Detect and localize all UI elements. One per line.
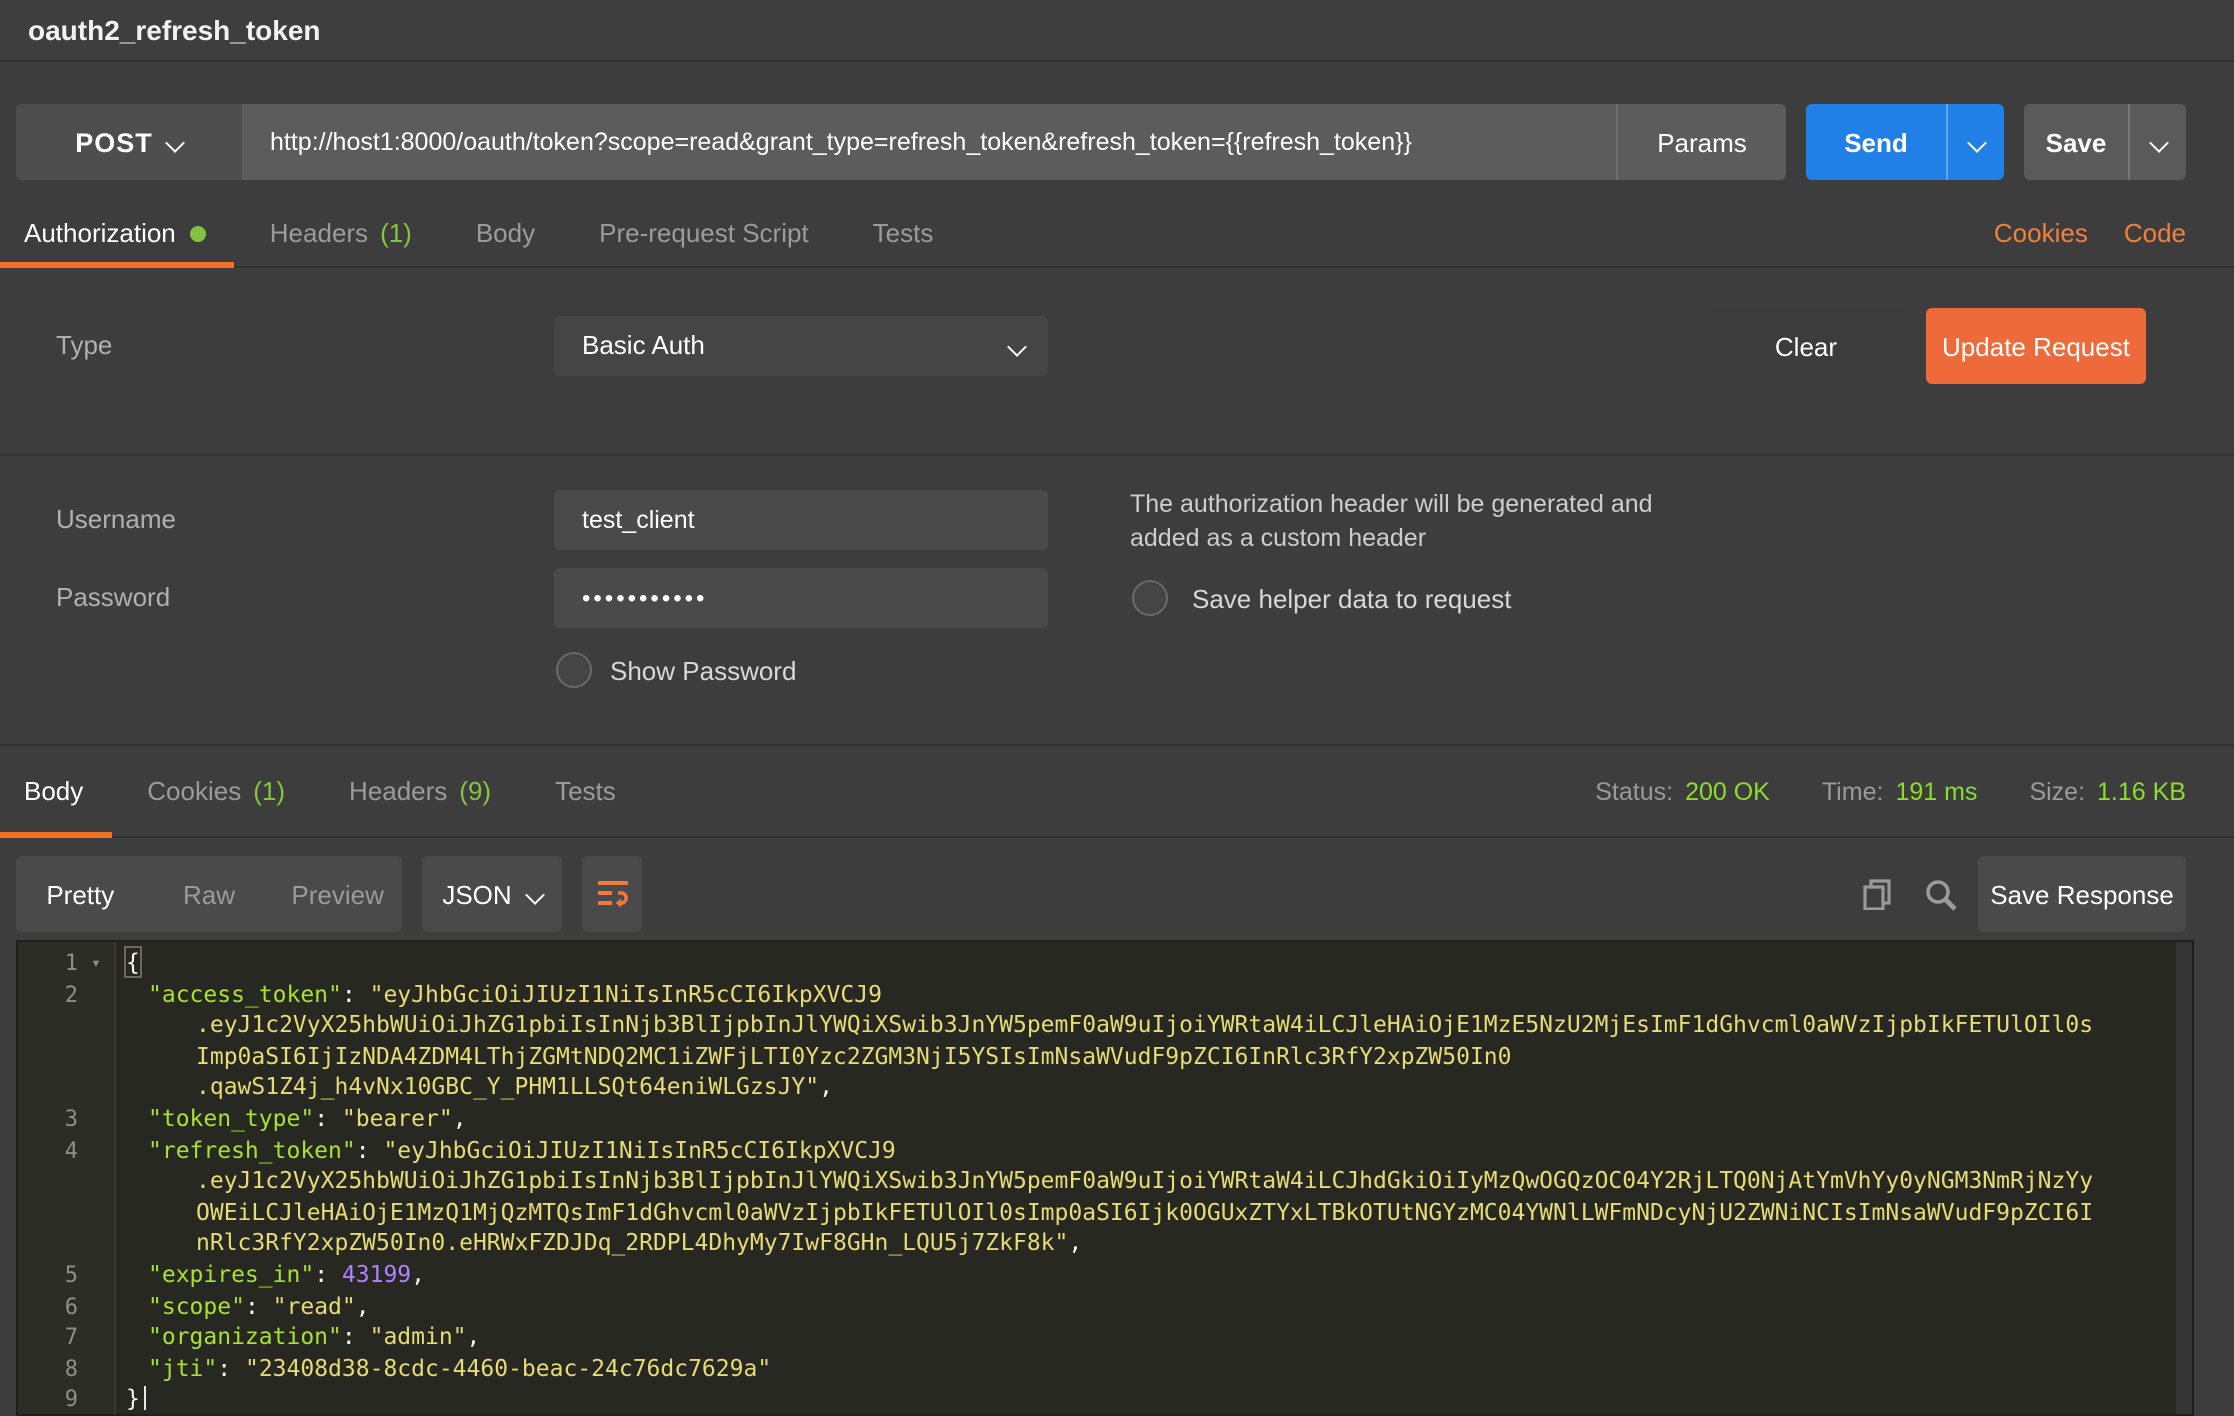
request-tab-links: Cookies Code bbox=[1994, 200, 2186, 266]
copy-icon bbox=[1861, 878, 1891, 910]
auth-helper-note-line2: added as a custom header bbox=[1130, 522, 1653, 556]
section-divider bbox=[0, 454, 2234, 456]
fold-toggle-icon[interactable]: ▾ bbox=[78, 948, 114, 979]
url-value: http://host1:8000/oauth/token?scope=read… bbox=[270, 128, 1412, 156]
code-row: .qawS1Z4j_h4vNx10GBC_Y_PHM1LLSQt64eniWLG… bbox=[18, 1073, 2176, 1104]
code-lines: 1▾{2"access_token": "eyJhbGciOiJIUzI1NiI… bbox=[18, 948, 2176, 1416]
request-bar: POST http://host1:8000/oauth/token?scope… bbox=[16, 104, 2186, 180]
code-row: 7"organization": "admin", bbox=[18, 1322, 2176, 1353]
code-row: 6"scope": "read", bbox=[18, 1291, 2176, 1322]
show-password-radio[interactable] bbox=[556, 652, 592, 688]
chevron-down-icon bbox=[525, 884, 545, 904]
username-input[interactable]: test_client bbox=[554, 490, 1048, 550]
tab-pre-request-script[interactable]: Pre-request Script bbox=[599, 218, 809, 248]
code-row: 9} bbox=[18, 1385, 2176, 1416]
method-dropdown[interactable]: POST bbox=[16, 104, 242, 180]
code-row: OWEiLCJleHAiOjE1MzQ1MjQzMTQsImF1dGhvcml0… bbox=[18, 1198, 2176, 1229]
format-value: JSON bbox=[442, 879, 511, 909]
save-button-group: Save bbox=[2024, 104, 2186, 180]
app-window: oauth2_refresh_token POST http://host1:8… bbox=[0, 0, 2234, 1416]
code-row: .eyJ1c2VyX25hbWUiOiJhZG1pbiIsInNjb3BlIjp… bbox=[18, 1166, 2176, 1197]
chevron-down-icon bbox=[1007, 337, 1027, 357]
response-tabs-list: Body Cookies(1) Headers(9) Tests bbox=[24, 746, 616, 836]
url-group: POST http://host1:8000/oauth/token?scope… bbox=[16, 104, 1786, 180]
password-value: ••••••••••• bbox=[582, 584, 707, 612]
code-row: 4"refresh_token": "eyJhbGciOiJIUzI1NiIsI… bbox=[18, 1135, 2176, 1166]
view-mode-pretty[interactable]: Pretty bbox=[16, 879, 145, 909]
url-input[interactable]: http://host1:8000/oauth/token?scope=read… bbox=[242, 104, 1616, 180]
wrap-text-icon bbox=[595, 878, 629, 910]
code-row: 2"access_token": "eyJhbGciOiJIUzI1NiIsIn… bbox=[18, 979, 2176, 1010]
username-value: test_client bbox=[582, 506, 695, 534]
update-request-button[interactable]: Update Request bbox=[1926, 308, 2146, 384]
show-password-label: Show Password bbox=[610, 656, 796, 686]
response-header: Body Cookies(1) Headers(9) Tests Status:200… bbox=[0, 744, 2234, 838]
meta-time-: Time:191 ms bbox=[1822, 777, 1978, 805]
tab-tests[interactable]: Tests bbox=[873, 218, 934, 248]
auth-type-value: Basic Auth bbox=[582, 330, 705, 360]
chevron-down-icon bbox=[2148, 132, 2168, 152]
copy-response-button[interactable] bbox=[1850, 856, 1902, 932]
code-row: 5"expires_in": 43199, bbox=[18, 1260, 2176, 1291]
tab-cookies[interactable]: Cookies(1) bbox=[147, 776, 285, 806]
code-row: 1▾{ bbox=[18, 948, 2176, 979]
format-dropdown[interactable]: JSON bbox=[422, 856, 562, 932]
view-mode-raw[interactable]: Raw bbox=[145, 879, 274, 909]
search-icon bbox=[1923, 877, 1957, 911]
password-label: Password bbox=[56, 582, 170, 612]
code-row: 8"jti": "23408d38-8cdc-4460-beac-24c76dc… bbox=[18, 1353, 2176, 1384]
send-options-button[interactable] bbox=[1946, 104, 2004, 180]
response-body-editor: 1▾{2"access_token": "eyJhbGciOiJIUzI1NiI… bbox=[16, 940, 2194, 1416]
active-response-tab-indicator bbox=[0, 832, 112, 838]
save-button[interactable]: Save bbox=[2024, 104, 2128, 180]
response-toolbar: PrettyRawPreview JSON bbox=[16, 856, 2186, 932]
tab-headers[interactable]: Headers(9) bbox=[349, 776, 491, 806]
auth-type-dropdown[interactable]: Basic Auth bbox=[554, 316, 1048, 376]
search-response-button[interactable] bbox=[1914, 856, 1966, 932]
method-label: POST bbox=[75, 127, 153, 157]
tab-headers[interactable]: Headers(1) bbox=[270, 218, 412, 248]
params-button[interactable]: Params bbox=[1616, 104, 1786, 180]
code-row: 3"token_type": "bearer", bbox=[18, 1104, 2176, 1135]
response-meta: Status:200 OK Time:191 ms Size:1.16 KB bbox=[1595, 746, 2186, 836]
save-response-button[interactable]: Save Response bbox=[1978, 856, 2186, 932]
title-bar: oauth2_refresh_token bbox=[0, 0, 2234, 62]
meta-status-: Status:200 OK bbox=[1595, 777, 1770, 805]
code-row: .eyJ1c2VyX25hbWUiOiJhZG1pbiIsInNjb3BlIjp… bbox=[18, 1010, 2176, 1041]
auth-configured-dot bbox=[190, 225, 206, 241]
send-button[interactable]: Send bbox=[1806, 104, 1946, 180]
type-label: Type bbox=[56, 330, 112, 360]
cookies-link[interactable]: Cookies bbox=[1994, 218, 2088, 248]
code-link[interactable]: Code bbox=[2124, 218, 2186, 248]
auth-helper-note: The authorization header will be generat… bbox=[1130, 488, 1653, 556]
auth-helper-note-line1: The authorization header will be generat… bbox=[1130, 488, 1653, 522]
meta-size-: Size:1.16 KB bbox=[2029, 777, 2186, 805]
password-input[interactable]: ••••••••••• bbox=[554, 568, 1048, 628]
view-mode-switch: PrettyRawPreview bbox=[16, 856, 402, 932]
request-title: oauth2_refresh_token bbox=[28, 0, 321, 60]
tab-body[interactable]: Body bbox=[24, 776, 83, 806]
request-tabs-list: Authorization Headers(1) Body Pre-request S… bbox=[24, 200, 933, 266]
view-mode-preview[interactable]: Preview bbox=[273, 879, 402, 909]
tab-body[interactable]: Body bbox=[476, 218, 535, 248]
username-label: Username bbox=[56, 504, 176, 534]
request-tabs: Authorization Headers(1) Body Pre-request S… bbox=[0, 200, 2234, 268]
save-options-button[interactable] bbox=[2128, 104, 2186, 180]
chevron-down-icon bbox=[166, 132, 186, 152]
save-helper-label: Save helper data to request bbox=[1192, 584, 1511, 614]
code-row: Imp0aSI6IjIzNDA4ZDM4LThjZGMtNDQ2MC1iZWFj… bbox=[18, 1042, 2176, 1073]
wrap-text-button[interactable] bbox=[582, 856, 642, 932]
save-helper-toggle[interactable] bbox=[1132, 580, 1168, 616]
text-cursor bbox=[144, 1387, 146, 1411]
chevron-down-icon bbox=[1966, 132, 1986, 152]
active-tab-indicator bbox=[0, 262, 234, 268]
editor-scrollbar[interactable] bbox=[2176, 942, 2192, 1414]
tab-tests[interactable]: Tests bbox=[555, 776, 616, 806]
send-button-group: Send bbox=[1806, 104, 2004, 180]
code-row: nRlc3RfY2xpZW50In0.eHRWxFZDJDq_2RDPL4Dhy… bbox=[18, 1229, 2176, 1260]
tab-authorization[interactable]: Authorization bbox=[24, 218, 206, 248]
clear-button[interactable]: Clear bbox=[1706, 308, 1906, 384]
